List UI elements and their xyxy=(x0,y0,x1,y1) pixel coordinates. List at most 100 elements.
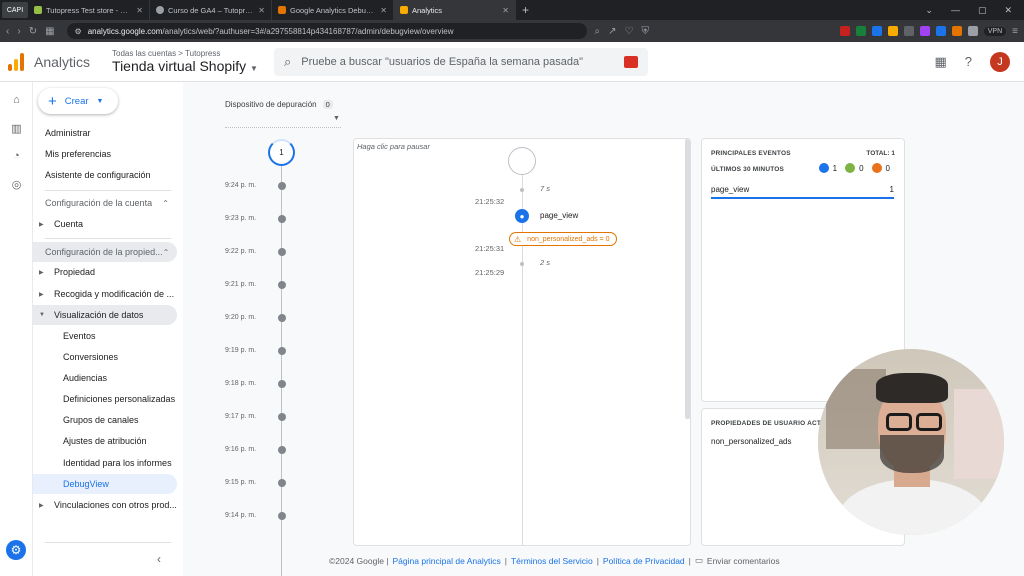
extension-icon[interactable] xyxy=(919,26,930,36)
nav-data-collection[interactable]: ▶ Recogida y modificación de ... xyxy=(33,284,177,304)
nav-product-links[interactable]: ▶ Vinculaciones con otros prod... xyxy=(33,495,177,515)
debug-device-selector[interactable]: Dispositivo de depuración 0 xyxy=(225,100,333,109)
caret-right-icon: ▶ xyxy=(39,291,44,298)
menu-icon[interactable]: ≡ xyxy=(1012,26,1018,37)
maximize-icon[interactable]: ▢ xyxy=(978,5,987,16)
extension-icon[interactable] xyxy=(871,26,882,36)
account-picker[interactable]: Todas las cuentas > Tutopress Tienda vir… xyxy=(112,49,258,74)
extension-icon[interactable] xyxy=(903,26,914,36)
apps-grid-icon[interactable]: ▦ xyxy=(934,54,946,70)
nav-conversions[interactable]: Conversiones xyxy=(33,347,177,367)
user-property-row[interactable]: non_personalized_ads xyxy=(711,437,792,446)
bookmark-icon[interactable]: ♡ xyxy=(625,26,634,37)
reload-icon[interactable]: ↻ xyxy=(29,26,37,37)
event-name[interactable]: page_view xyxy=(540,211,578,220)
new-tab-button[interactable]: + xyxy=(516,3,535,17)
nav-preferences[interactable]: Mis preferencias xyxy=(33,144,177,164)
minute-dot[interactable] xyxy=(278,314,286,322)
close-window-icon[interactable]: ✕ xyxy=(1004,5,1012,16)
nav-channel-groups[interactable]: Grupos de canales xyxy=(33,410,177,430)
scrollbar[interactable] xyxy=(685,139,690,419)
forward-icon[interactable]: › xyxy=(17,26,20,37)
tabs-grid-icon[interactable]: ▦ xyxy=(45,26,54,37)
nav-property-settings[interactable]: Configuración de la propied... ⌃ xyxy=(33,242,177,262)
gap-duration: 7 s xyxy=(540,184,551,193)
extension-icon[interactable] xyxy=(951,26,962,36)
back-icon[interactable]: ‹ xyxy=(6,26,9,37)
minute-dot[interactable] xyxy=(278,248,286,256)
nav-setup-assistant[interactable]: Asistente de configuración xyxy=(33,165,177,185)
extension-icon[interactable] xyxy=(887,26,898,36)
help-icon[interactable]: ? xyxy=(965,54,972,69)
minute-dot[interactable] xyxy=(278,182,286,190)
nav-reporting-identity[interactable]: Identidad para los informes xyxy=(33,453,177,473)
shield-icon[interactable]: ⛨ xyxy=(642,26,650,37)
share-icon[interactable]: ↗ xyxy=(608,26,616,37)
nav-events[interactable]: Eventos xyxy=(33,326,177,346)
extension-icon[interactable] xyxy=(935,26,946,36)
close-tab-icon[interactable]: ✕ xyxy=(258,6,265,15)
search-input[interactable]: ⌕ Pruebe a buscar "usuarios de España la… xyxy=(273,47,648,76)
advertising-icon[interactable]: ◎ xyxy=(10,178,23,191)
footer-terms-link[interactable]: Términos del Servicio xyxy=(511,556,593,566)
browser-tab[interactable]: Curso de GA4 – Tutopress Test store ✕ xyxy=(150,0,272,20)
nav-attribution[interactable]: Ajustes de atribución xyxy=(33,431,177,451)
url-field[interactable]: ⚙ analytics.google.com/analytics/web/?au… xyxy=(66,23,587,39)
webcam-overlay xyxy=(818,349,1004,535)
minute-dot[interactable] xyxy=(278,347,286,355)
minute-label: 9:14 p. m. xyxy=(225,512,257,519)
collapse-nav-icon[interactable]: ‹ xyxy=(157,552,161,566)
nav-debugview[interactable]: DebugView xyxy=(33,474,177,494)
divider xyxy=(45,238,171,239)
tab-search-icon[interactable]: ⌄ xyxy=(925,5,933,16)
minute-dot[interactable] xyxy=(278,380,286,388)
reports-icon[interactable]: ▥ xyxy=(10,122,23,135)
minute-dot[interactable] xyxy=(278,281,286,289)
site-favicon-icon xyxy=(156,6,164,14)
nav-property[interactable]: ▶ Propiedad xyxy=(33,262,177,282)
breadcrumb: Todas las cuentas > Tutopress xyxy=(112,49,221,58)
close-tab-icon[interactable]: ✕ xyxy=(380,6,387,15)
close-tab-icon[interactable]: ✕ xyxy=(502,6,509,15)
create-button[interactable]: + Crear ▼ xyxy=(38,88,118,114)
nav-account-settings[interactable]: Configuración de la cuenta ⌃ xyxy=(33,193,177,213)
browser-tab-active[interactable]: Analytics ✕ xyxy=(394,0,516,20)
dropdown-arrow-icon[interactable]: ▼ xyxy=(333,115,340,122)
footer-feedback-link[interactable]: Enviar comentarios xyxy=(707,556,780,566)
keyboard-icon[interactable] xyxy=(623,55,638,68)
close-tab-icon[interactable]: ✕ xyxy=(136,6,143,15)
nav-custom-definitions[interactable]: Definiciones personalizadas xyxy=(33,389,177,409)
minute-dot[interactable] xyxy=(278,215,286,223)
minute-label: 9:16 p. m. xyxy=(225,446,257,453)
extension-icon[interactable] xyxy=(839,26,850,36)
nav-admin[interactable]: Administrar xyxy=(33,123,177,143)
minute-dot[interactable] xyxy=(278,479,286,487)
feedback-icon[interactable]: ▭ xyxy=(695,555,703,566)
footer-privacy-link[interactable]: Política de Privacidad xyxy=(603,556,685,566)
site-info-icon[interactable]: ⚙ xyxy=(75,27,82,36)
minute-dot[interactable] xyxy=(278,413,286,421)
zoom-icon[interactable]: ⌕ xyxy=(595,26,601,37)
browser-tab[interactable]: Tutopress Test store - Get started wi ✕ xyxy=(28,0,150,20)
seconds-stream-panel[interactable]: Haga clic para pausar 7 s 21:25:32 ● pag… xyxy=(353,138,691,546)
browser-tab[interactable]: Google Analytics Debugger ✕ xyxy=(272,0,394,20)
nav-audiences[interactable]: Audiencias xyxy=(33,368,177,388)
nav-account[interactable]: ▶ Cuenta xyxy=(33,214,177,234)
vpn-button[interactable]: VPN xyxy=(983,26,1007,36)
footer-home-link[interactable]: Página principal de Analytics xyxy=(393,556,501,566)
minute-dot[interactable] xyxy=(278,446,286,454)
minimize-icon[interactable]: — xyxy=(951,5,960,16)
minutes-current-counter[interactable]: 1 xyxy=(268,139,295,166)
nav-data-display[interactable]: ▼ Visualización de datos xyxy=(33,305,177,325)
user-property-chip[interactable]: ⚠ non_personalized_ads = 0 xyxy=(509,232,617,246)
puzzle-icon[interactable] xyxy=(967,26,978,36)
avatar[interactable]: J xyxy=(990,51,1010,72)
admin-gear-icon[interactable]: ⚙ xyxy=(6,540,26,560)
top-event-row[interactable]: page_view 1 xyxy=(711,185,894,199)
home-icon[interactable]: ⌂ xyxy=(10,94,23,107)
explore-icon[interactable]: ◔ xyxy=(10,150,23,163)
product-name: Analytics xyxy=(34,53,91,70)
browser-brand-badge[interactable]: CAPI xyxy=(2,2,28,18)
minute-dot[interactable] xyxy=(278,512,286,520)
extension-icon[interactable] xyxy=(855,26,866,36)
